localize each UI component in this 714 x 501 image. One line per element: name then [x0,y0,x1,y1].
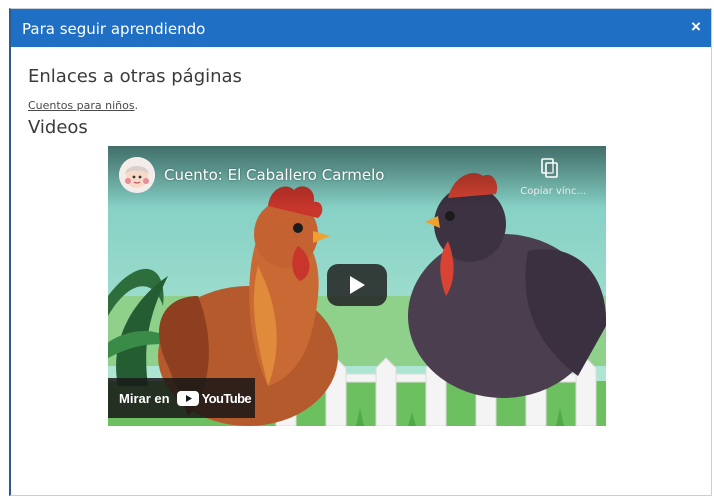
youtube-logo-icon [176,390,199,406]
channel-avatar-icon [119,157,155,193]
links-list: Cuentos para niños. [28,99,138,112]
play-icon [350,276,365,294]
copy-link-icon[interactable] [540,158,560,180]
watch-on-label: Mirar en [119,390,170,406]
videos-heading: Videos [28,117,88,138]
video-player[interactable]: Cuento: El Caballero Carmelo Copiar vínc… [108,146,606,426]
dialog-title: Para seguir aprendiendo [22,20,206,38]
cuentos-link[interactable]: Cuentos para niños [28,99,135,112]
close-icon[interactable]: × [687,17,705,36]
youtube-logo: YouTube [176,390,252,406]
channel-avatar[interactable] [119,157,155,193]
copy-link-label[interactable]: Copiar vínc... [520,186,586,197]
play-button[interactable] [327,264,387,306]
youtube-wordmark: YouTube [201,390,252,406]
link-suffix: . [134,99,139,112]
links-heading: Enlaces a otras páginas [28,66,242,87]
watch-on-youtube-button[interactable]: Mirar en YouTube [108,378,255,418]
dialog-titlebar: Para seguir aprendiendo × [11,9,711,47]
video-title[interactable]: Cuento: El Caballero Carmelo [164,166,385,184]
